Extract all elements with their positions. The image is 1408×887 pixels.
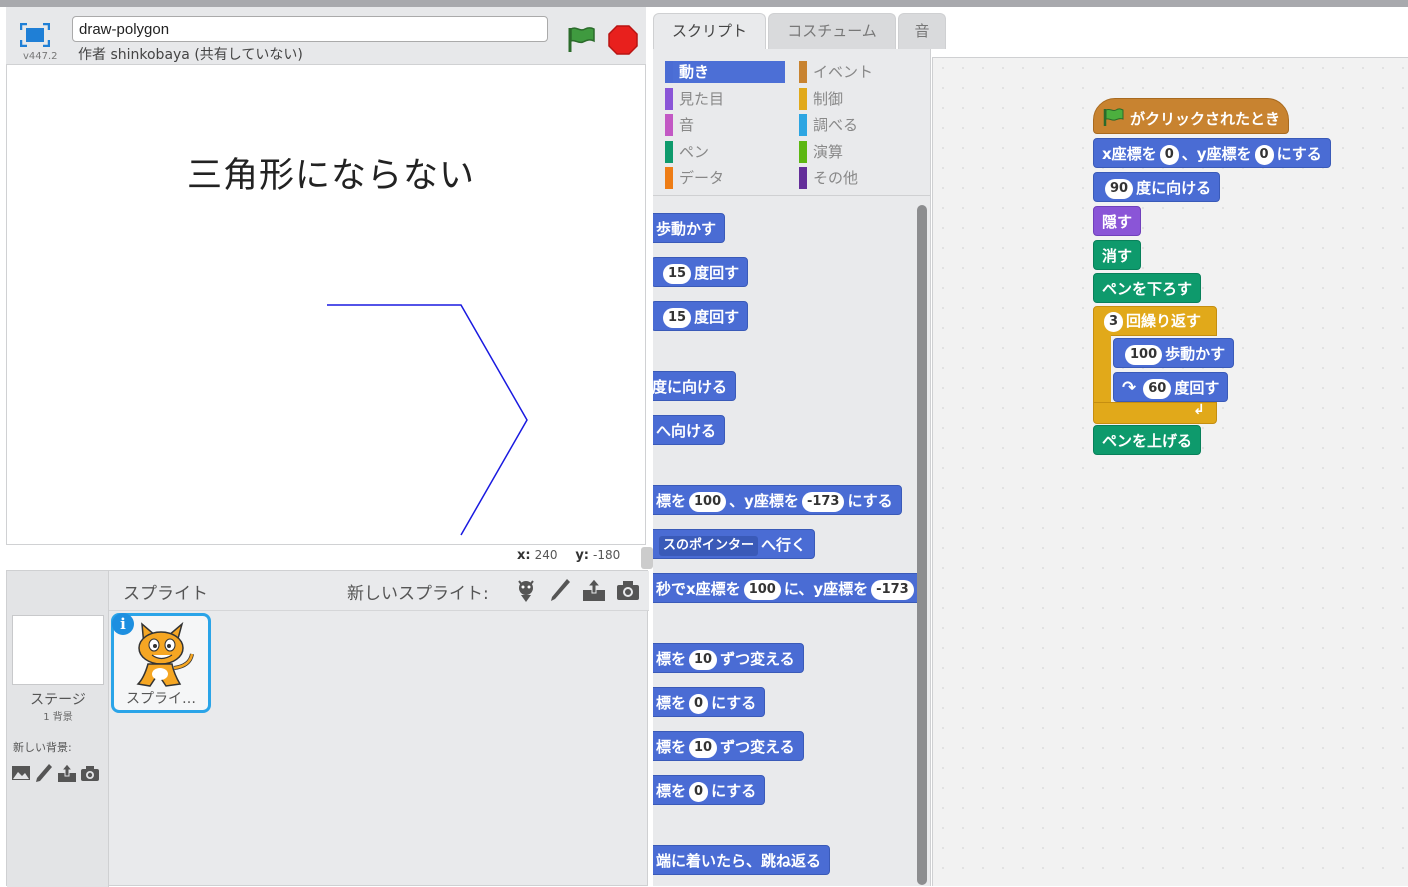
tab-sounds[interactable]: 音 [898, 13, 946, 49]
category-divider [653, 195, 930, 196]
category-events[interactable]: イベント [799, 61, 873, 83]
new-backdrop-tools [11, 763, 100, 783]
block-hide[interactable]: 隠す [1093, 206, 1142, 236]
cat-sprite-icon [136, 621, 194, 687]
block-go-to-xy[interactable]: 標を 100 、y座標を -173 にする [653, 485, 902, 515]
new-sprite-tools [513, 577, 641, 603]
sprites-title: スプライト [123, 584, 208, 604]
pane-collapse-handle[interactable] [641, 547, 653, 569]
category-control[interactable]: 制御 [799, 88, 843, 110]
category-operators[interactable]: 演算 [799, 141, 843, 163]
backdrop-count: 1 背景 [43, 712, 73, 723]
version-label: v447.2 [23, 51, 58, 62]
window-top-strip [0, 0, 1408, 7]
stop-sign-icon[interactable] [608, 25, 638, 55]
block-set-x[interactable]: 標を 0 にする [653, 687, 766, 717]
script-area[interactable]: がクリックされたとき x座標を 0 、y座標を 0 にする 90 度に向ける 隠す 消す … [932, 57, 1408, 886]
stage-thumbnail[interactable] [12, 615, 104, 685]
block-turn-left[interactable]: 15 度回す [653, 301, 749, 331]
upload-icon[interactable] [581, 577, 607, 603]
block-go-to-xy[interactable]: x座標を 0 、y座標を 0 にする [1093, 138, 1331, 168]
tab-costumes[interactable]: コスチューム [768, 13, 896, 49]
palette-scrollbar[interactable] [917, 205, 927, 885]
sprite-thumbnail-sprite1[interactable]: i スプライ… [111, 613, 211, 713]
block-pen-up[interactable]: ペンを上げる [1093, 425, 1202, 455]
block-glide[interactable]: 秒でx座標を 100 に、y座標を -173 [653, 573, 926, 603]
category-sound[interactable]: 音 [665, 114, 694, 136]
block-turn-right[interactable]: 15 度回す [653, 257, 749, 287]
block-change-y[interactable]: 標を 10 ずつ変える [653, 731, 804, 761]
block-bounce[interactable]: 端に着いたら、跳ね返る [653, 845, 831, 875]
mouse-coordinates: x: 240 y: -180 [517, 548, 621, 563]
block-clear[interactable]: 消す [1093, 240, 1142, 270]
block-when-flag-clicked[interactable]: がクリックされたとき [1093, 98, 1290, 134]
block-point-in-direction[interactable]: 90 度に向ける [1093, 172, 1221, 202]
backdrop-library-icon[interactable] [11, 763, 31, 783]
category-data[interactable]: データ [665, 167, 724, 189]
backdrop-camera-icon[interactable] [80, 763, 100, 783]
block-point-in-direction[interactable]: 度に向ける [653, 371, 737, 401]
block-move-steps[interactable]: 100 歩動かす [1113, 338, 1235, 368]
stage-label: ステージ [30, 692, 86, 708]
category-looks[interactable]: 見た目 [665, 88, 724, 110]
category-motion[interactable]: 動き [665, 61, 785, 83]
fullscreen-icon[interactable] [19, 22, 51, 48]
green-flag-icon[interactable] [566, 25, 596, 53]
stage-canvas[interactable]: 三角形にならない [6, 65, 646, 545]
new-backdrop-label: 新しい背景: [13, 741, 72, 754]
category-sensing[interactable]: 調べる [799, 114, 858, 136]
backdrop-upload-icon[interactable] [57, 763, 77, 783]
category-pen[interactable]: ペン [665, 141, 709, 163]
sprite-name: スプライ… [126, 691, 196, 707]
author-label: 作者 shinkobaya (共有していない) [78, 47, 303, 63]
block-point-towards[interactable]: へ向ける [653, 415, 726, 445]
stage-header: v447.2 作者 shinkobaya (共有していない) [6, 7, 646, 65]
block-set-y[interactable]: 標を 0 にする [653, 775, 766, 805]
rotate-right-icon: ↷ [1122, 378, 1137, 398]
backdrop-paint-icon[interactable] [34, 763, 54, 783]
block-turn-right[interactable]: ↷ 60 度回す [1113, 372, 1229, 402]
block-go-to-pointer[interactable]: スのポインター へ行く [653, 529, 816, 559]
paint-brush-icon[interactable] [547, 577, 573, 603]
project-title-input[interactable] [72, 16, 548, 42]
pen-drawing [327, 304, 528, 536]
camera-icon[interactable] [615, 577, 641, 603]
loop-arrow-icon: ↲ [1193, 402, 1205, 418]
block-move-steps[interactable]: 歩動かす [653, 213, 726, 243]
sprite-pane: スプライト 新しいスプライト: ステージ 1 背景 新しい背景: i スプライ… [6, 570, 649, 887]
sprite-library-icon[interactable] [513, 577, 539, 603]
block-palette: 動き 見た目 音 ペン データ イベント 制御 調べる 演算 その他 歩動かす … [653, 49, 931, 886]
new-sprite-label: 新しいスプライト: [347, 584, 489, 604]
green-flag-icon [1103, 108, 1124, 126]
block-change-x[interactable]: 標を 10 ずつ変える [653, 643, 804, 673]
tab-scripts[interactable]: スクリプト [653, 13, 766, 49]
block-pen-down[interactable]: ペンを下ろす [1093, 273, 1202, 303]
category-more-blocks[interactable]: その他 [799, 167, 858, 189]
